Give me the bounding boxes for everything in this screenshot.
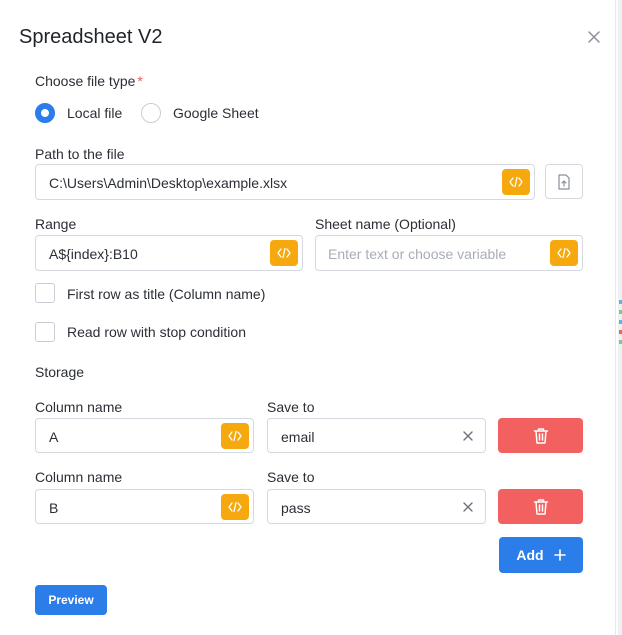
code-brackets-icon[interactable]: [221, 494, 249, 520]
save-to-label: Save to: [267, 399, 315, 415]
column-name-label: Column name: [35, 469, 123, 485]
range-input[interactable]: A${index}:B10: [35, 235, 303, 271]
add-row-button[interactable]: Add: [499, 537, 583, 573]
code-brackets-icon[interactable]: [550, 240, 578, 266]
sheet-name-input[interactable]: Enter text or choose variable: [315, 235, 583, 271]
file-type-label: Choose file type *: [35, 73, 143, 89]
close-icon[interactable]: [584, 27, 604, 47]
trash-icon: [533, 428, 548, 444]
google-sheet-radio[interactable]: [141, 103, 161, 123]
code-brackets-icon[interactable]: [270, 240, 298, 266]
save-to-label: Save to: [267, 469, 315, 485]
background-strip: [618, 0, 622, 635]
sheet-name-placeholder: Enter text or choose variable: [328, 246, 507, 262]
path-label: Path to the file: [35, 146, 125, 162]
column-name-value: A: [49, 429, 59, 445]
clear-x-icon[interactable]: [461, 500, 475, 514]
path-value: C:\Users\Admin\Desktop\example.xlsx: [49, 175, 288, 191]
column-name-input[interactable]: A: [35, 418, 254, 453]
stop-condition-checkbox[interactable]: [35, 322, 55, 342]
column-name-label: Column name: [35, 399, 123, 415]
save-to-value: email: [281, 429, 315, 445]
column-name-input[interactable]: B: [35, 489, 254, 524]
clear-x-icon[interactable]: [461, 429, 475, 443]
code-brackets-icon[interactable]: [502, 169, 530, 195]
path-input[interactable]: C:\Users\Admin\Desktop\example.xlsx: [35, 164, 535, 200]
file-type-label-text: Choose file type: [35, 73, 136, 89]
range-label: Range: [35, 216, 77, 232]
file-upload-icon[interactable]: [545, 164, 583, 199]
sheet-name-label: Sheet name (Optional): [315, 216, 456, 232]
save-to-input[interactable]: email: [267, 418, 486, 453]
add-button-label: Add: [516, 547, 544, 563]
preview-button[interactable]: Preview: [35, 585, 107, 615]
storage-label: Storage: [35, 364, 85, 380]
google-sheet-label[interactable]: Google Sheet: [173, 105, 259, 121]
trash-icon: [533, 499, 548, 515]
first-row-title-label[interactable]: First row as title (Column name): [67, 286, 265, 302]
range-value: A${index}:B10: [49, 246, 138, 262]
spreadsheet-dialog: Spreadsheet V2 Choose file type * Local f…: [0, 0, 616, 635]
stop-condition-label[interactable]: Read row with stop condition: [67, 324, 246, 340]
dialog-title: Spreadsheet V2: [19, 26, 163, 48]
required-mark: *: [137, 73, 143, 89]
first-row-title-checkbox[interactable]: [35, 283, 55, 303]
local-file-label[interactable]: Local file: [67, 105, 122, 121]
local-file-radio[interactable]: [35, 103, 55, 123]
code-brackets-icon[interactable]: [221, 423, 249, 449]
plus-icon: [553, 549, 566, 561]
delete-row-button[interactable]: [498, 418, 583, 453]
column-name-value: B: [49, 500, 59, 516]
save-to-input[interactable]: pass: [267, 489, 486, 524]
save-to-value: pass: [281, 500, 311, 516]
delete-row-button[interactable]: [498, 489, 583, 524]
